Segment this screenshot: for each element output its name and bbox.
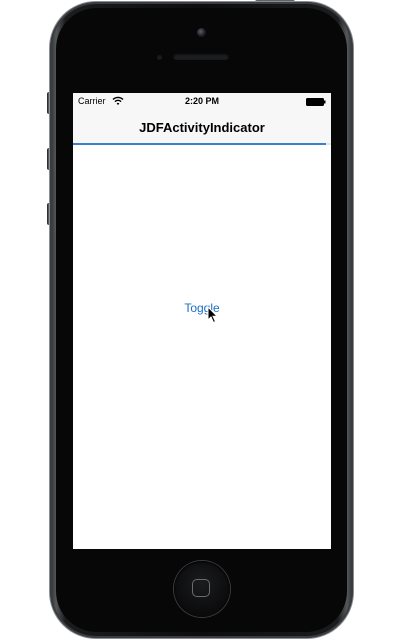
content-view: Toggle [73, 145, 331, 549]
navigation-bar: JDFActivityIndicator [73, 111, 331, 144]
earpiece-speaker [173, 53, 229, 60]
mouse-pointer-icon [207, 306, 219, 324]
home-square-icon [192, 579, 210, 597]
home-button[interactable] [174, 561, 230, 617]
stage: Carrier 2:20 PM JDFActivityIndicator Tog… [0, 0, 400, 640]
status-time: 2:20 PM [184, 96, 219, 106]
status-bar: Carrier 2:20 PM [73, 93, 331, 111]
device-screen: Carrier 2:20 PM JDFActivityIndicator Tog… [73, 93, 331, 549]
battery-icon [306, 98, 326, 106]
proximity-sensor [157, 55, 162, 60]
nav-title: JDFActivityIndicator [139, 120, 265, 135]
toggle-button[interactable]: Toggle [177, 299, 227, 317]
front-camera-icon [197, 28, 206, 37]
